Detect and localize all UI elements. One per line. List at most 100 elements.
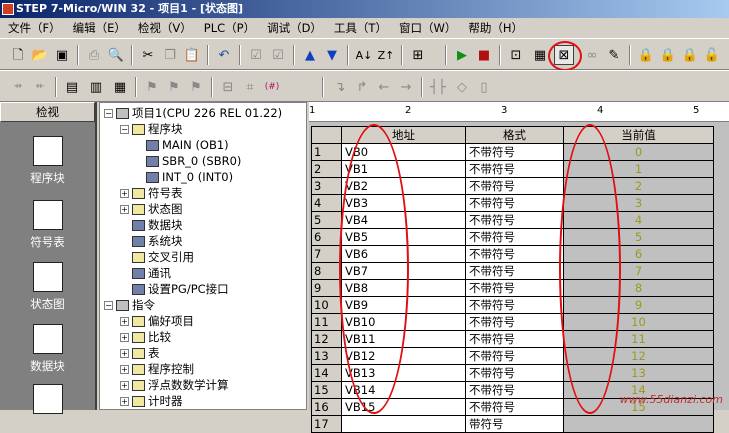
format-cell[interactable]: 不带符号 bbox=[465, 143, 564, 161]
title-bar: STEP 7-Micro/WIN 32 - 项目1 - [状态图] bbox=[0, 0, 729, 18]
nav-status-chart[interactable]: 状态图 bbox=[0, 262, 95, 312]
tree-float-math[interactable]: + 浮点数数学计算 bbox=[120, 377, 229, 393]
tree-cross-ref[interactable]: 交叉引用 bbox=[132, 249, 194, 265]
open-icon[interactable]: 📂 bbox=[30, 45, 50, 65]
undo-icon[interactable]: ↶ bbox=[214, 45, 234, 65]
delete-row-icon[interactable]: ⇷ bbox=[30, 77, 50, 97]
print-preview-icon[interactable]: 🔍 bbox=[106, 45, 126, 65]
tree-data-block[interactable]: 数据块 bbox=[132, 217, 183, 233]
tree-comm[interactable]: 通讯 bbox=[132, 265, 171, 281]
copy-icon[interactable]: ❐ bbox=[160, 45, 180, 65]
tree-main[interactable]: MAIN (OB1) bbox=[146, 137, 229, 153]
nav-program-block[interactable]: 程序块 bbox=[0, 136, 95, 186]
menu-tools[interactable]: 工具（T） bbox=[328, 20, 393, 36]
label-icon[interactable]: ⊟ bbox=[218, 77, 238, 97]
format-cell[interactable]: 不带符号 bbox=[465, 330, 564, 348]
nav-system-block[interactable] bbox=[0, 384, 95, 418]
lock-icon[interactable]: ✎ bbox=[604, 45, 624, 65]
value-highlight-ellipse bbox=[559, 124, 621, 414]
tree-project[interactable]: − 项目1(CPU 226 REL 01.22) bbox=[104, 105, 282, 121]
menu-help[interactable]: 帮助（H） bbox=[462, 20, 529, 36]
format-cell[interactable]: 不带符号 bbox=[465, 364, 564, 382]
nav-data-block[interactable]: 数据块 bbox=[0, 324, 95, 374]
coil-icon[interactable]: ◇ bbox=[452, 77, 472, 97]
format-cell[interactable]: 不带符号 bbox=[465, 279, 564, 297]
unforce-icon[interactable]: 🔓 bbox=[702, 45, 722, 65]
menu-edit[interactable]: 编辑（E） bbox=[67, 20, 132, 36]
line-right-icon[interactable]: → bbox=[396, 77, 416, 97]
save-icon[interactable]: ▣ bbox=[52, 45, 72, 65]
header-format[interactable]: 格式 bbox=[465, 126, 564, 144]
line-up-icon[interactable]: ↱ bbox=[352, 77, 372, 97]
format-cell[interactable]: 不带符号 bbox=[465, 177, 564, 195]
tree-sbr[interactable]: SBR_0 (SBR0) bbox=[146, 153, 241, 169]
print-icon[interactable]: ⎙ bbox=[84, 45, 104, 65]
download-icon[interactable]: ▼ bbox=[322, 45, 342, 65]
write-force-icon[interactable]: ∞ bbox=[582, 45, 602, 65]
format-cell[interactable]: 带符号 bbox=[465, 415, 564, 433]
row-number: 16 bbox=[311, 398, 342, 416]
tree-program-block[interactable]: − 程序块 bbox=[120, 121, 183, 137]
run-icon[interactable]: ▶ bbox=[452, 45, 472, 65]
format-cell[interactable]: 不带符号 bbox=[465, 398, 564, 416]
symbols-icon[interactable]: ⌗ bbox=[240, 77, 260, 97]
bookmark-prev-icon[interactable]: ⚑ bbox=[164, 77, 184, 97]
unlock-icon[interactable]: 🔒 bbox=[636, 45, 656, 65]
menu-debug[interactable]: 调试（D） bbox=[261, 20, 328, 36]
tree-int[interactable]: INT_0 (INT0) bbox=[146, 169, 233, 185]
status-chart-icon[interactable]: ▦ bbox=[530, 45, 550, 65]
format-cell[interactable]: 不带符号 bbox=[465, 313, 564, 331]
value-cell[interactable] bbox=[563, 415, 714, 433]
format-cell[interactable]: 不带符号 bbox=[465, 160, 564, 178]
tree-favorites[interactable]: + 偏好项目 bbox=[120, 313, 194, 329]
format-cell[interactable]: 不带符号 bbox=[465, 347, 564, 365]
address-cell[interactable] bbox=[341, 415, 466, 433]
insert-row-icon[interactable]: ⇸ bbox=[8, 77, 28, 97]
format-cell[interactable]: 不带符号 bbox=[465, 211, 564, 229]
tree-table[interactable]: + 表 bbox=[120, 345, 160, 361]
sort-descending-icon[interactable]: Z↑ bbox=[376, 45, 396, 65]
format-cell[interactable]: 不带符号 bbox=[465, 262, 564, 280]
bookmark-clear-icon[interactable]: ⚑ bbox=[186, 77, 206, 97]
options-icon[interactable]: ⊞ bbox=[408, 45, 428, 65]
symbols-table-icon[interactable]: (#) bbox=[262, 77, 282, 97]
new-icon[interactable]: 🗋 bbox=[8, 45, 28, 65]
menu-window[interactable]: 窗口（W） bbox=[393, 20, 462, 36]
table-row[interactable]: 17 带符号 bbox=[311, 415, 714, 433]
contact-icon[interactable]: ┤├ bbox=[428, 77, 448, 97]
tree-symbol-table[interactable]: + 符号表 bbox=[120, 185, 183, 201]
program-status-icon[interactable]: ⊡ bbox=[506, 45, 526, 65]
bookmark-next-icon[interactable]: ⚑ bbox=[142, 77, 162, 97]
menu-file[interactable]: 文件（F） bbox=[2, 20, 67, 36]
line-left-icon[interactable]: ← bbox=[374, 77, 394, 97]
nav-symbol-table[interactable]: 符号表 bbox=[0, 200, 95, 250]
menu-plc[interactable]: PLC（P） bbox=[198, 20, 261, 36]
format-cell[interactable]: 不带符号 bbox=[465, 194, 564, 212]
menu-view[interactable]: 检视（V） bbox=[132, 20, 198, 36]
format-cell[interactable]: 不带符号 bbox=[465, 296, 564, 314]
paste-icon[interactable]: 📋 bbox=[182, 45, 202, 65]
tree-program-control[interactable]: + 程序控制 bbox=[120, 361, 194, 377]
compile-icon[interactable]: ☑ bbox=[246, 45, 266, 65]
tree-compare[interactable]: + 比较 bbox=[120, 329, 171, 345]
view-fbd-icon[interactable]: ▦ bbox=[110, 77, 130, 97]
upload-icon[interactable]: ▲ bbox=[300, 45, 320, 65]
tree-counter[interactable]: + 计时器 bbox=[120, 393, 183, 409]
format-cell[interactable]: 不带符号 bbox=[465, 245, 564, 263]
sort-ascending-icon[interactable]: A↓ bbox=[354, 45, 374, 65]
view-ladder-icon[interactable]: ▤ bbox=[62, 77, 82, 97]
format-cell[interactable]: 不带符号 bbox=[465, 381, 564, 399]
line-down-icon[interactable]: ↴ bbox=[330, 77, 350, 97]
view-stl-icon[interactable]: ▥ bbox=[86, 77, 106, 97]
tree-system-block[interactable]: 系统块 bbox=[132, 233, 183, 249]
single-read-icon[interactable]: 🔒 bbox=[658, 45, 678, 65]
cut-icon[interactable]: ✂ bbox=[138, 45, 158, 65]
tree-pg-pc[interactable]: 设置PG/PC接口 bbox=[132, 281, 229, 297]
format-cell[interactable]: 不带符号 bbox=[465, 228, 564, 246]
tree-instructions[interactable]: − 指令 bbox=[104, 297, 155, 313]
force-icon[interactable]: 🔒 bbox=[680, 45, 700, 65]
tree-status-chart[interactable]: + 状态图 bbox=[120, 201, 183, 217]
box-icon[interactable]: ▯ bbox=[474, 77, 494, 97]
stop-icon[interactable]: ■ bbox=[474, 45, 494, 65]
compile-all-icon[interactable]: ☑ bbox=[268, 45, 288, 65]
